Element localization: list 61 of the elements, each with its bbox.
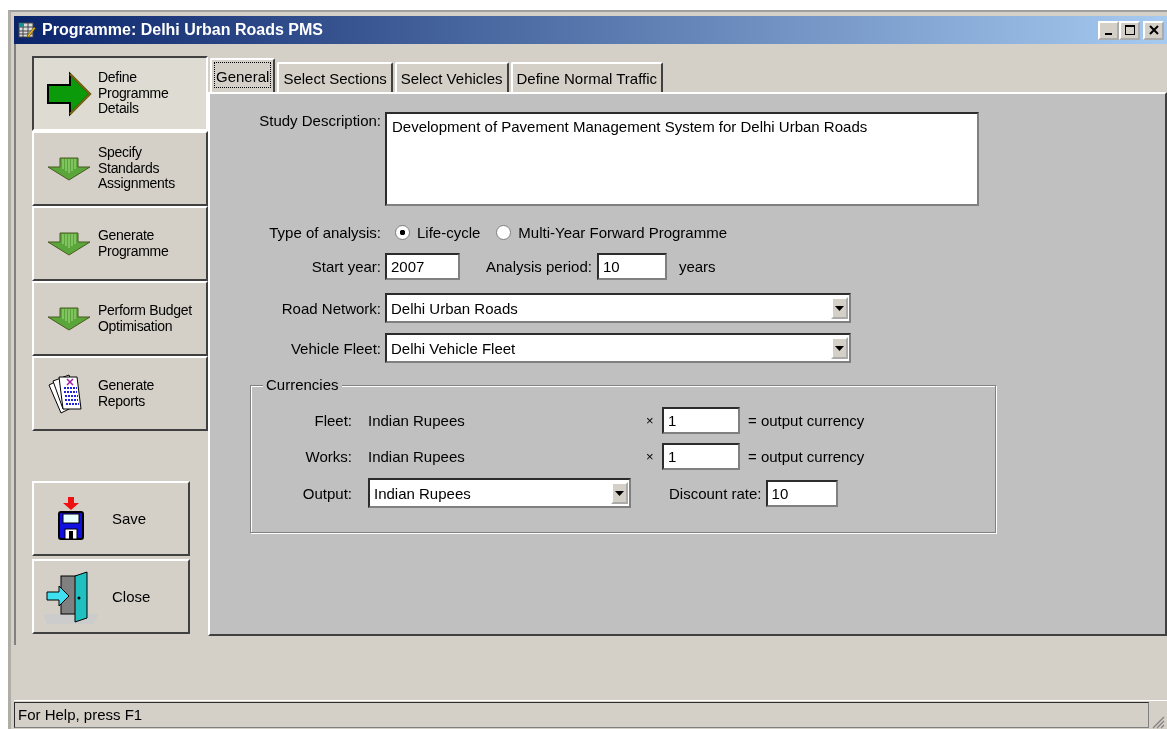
field-label: Study Description: [258,112,382,129]
dropdown-arrow-icon [615,490,624,496]
factor-field[interactable]: 1 [662,406,740,434]
field-label: Fleet: [313,411,353,429]
currency-name: Indian Rupees [368,447,466,465]
door-exit-icon [43,569,99,624]
vehicle-fleet-dropdown[interactable]: Delhi Vehicle Fleet [385,333,851,363]
floppy-disk-icon [55,496,87,541]
multiply-sign: × [646,448,655,464]
tab[interactable]: General [210,58,276,92]
radio-label: Life-cycle [417,224,481,241]
resize-grip-icon [1151,715,1165,729]
step-button[interactable]: Specify Standards Assignments [32,131,208,206]
close-button[interactable] [1143,20,1164,40]
arrow-down-icon [45,156,93,181]
field-label: Analysis period: [486,258,592,275]
road-network-dropdown[interactable]: Delhi Urban Roads [385,293,851,323]
close-icon [1148,25,1159,35]
status-text: For Help, press F1 [14,702,1149,728]
currency-name: Indian Rupees [368,411,466,429]
tab[interactable]: Select Vehicles [394,62,509,92]
field-label: Start year: [310,258,382,275]
step-button[interactable]: Perform Budget Optimisation [32,281,208,356]
unit-label: years [678,258,716,275]
analysis-period-field[interactable]: 10 [596,253,667,280]
step-button[interactable]: Generate Reports [32,356,208,431]
minimize-button[interactable] [1098,20,1119,40]
tab[interactable]: Define Normal Traffic [510,62,664,92]
field-label: Discount rate: [669,484,762,502]
window-title: Programme: Delhi Urban Roads PMS [42,21,324,39]
discount-rate-field[interactable]: 10 [765,479,838,507]
factor-field[interactable]: 1 [662,442,740,470]
start-year-field[interactable]: 2007 [385,253,460,280]
save-button[interactable]: Save [32,481,190,556]
output-currency-dropdown[interactable]: Indian Rupees [368,478,631,508]
field-label: Vehicle Fleet: [289,339,382,357]
arrow-right-icon [45,70,93,117]
grid-pencil-icon [18,21,36,39]
step-button[interactable]: Generate Programme [32,206,208,281]
close-button[interactable]: Close [32,559,190,634]
description-field[interactable]: Development of Pavement Management System for Delhi Urban Roads [385,112,979,206]
arrow-down-icon [45,306,93,331]
multiply-sign: × [646,412,655,428]
maximize-button[interactable] [1119,20,1140,40]
field-label: Works: [304,447,353,465]
field-label: Road Network: [280,299,382,317]
field-label: Output: [301,484,353,502]
dropdown-arrow-icon [835,305,844,311]
group-title: Currencies [263,376,342,393]
arrow-down-icon [45,231,93,256]
minimize-icon [1105,32,1112,35]
radio-option[interactable]: Life-cycle [393,224,481,241]
result-label: = output currency [748,411,865,429]
dropdown-arrow-icon [835,345,844,351]
step-button[interactable]: Define Programme Details [32,56,208,131]
maximize-icon [1124,25,1135,35]
radio-button[interactable] [395,225,410,240]
field-label: Type of analysis: [268,224,382,241]
radio-button[interactable] [496,225,512,240]
tab[interactable]: Select Sections [277,62,393,92]
result-label: = output currency [748,447,865,465]
